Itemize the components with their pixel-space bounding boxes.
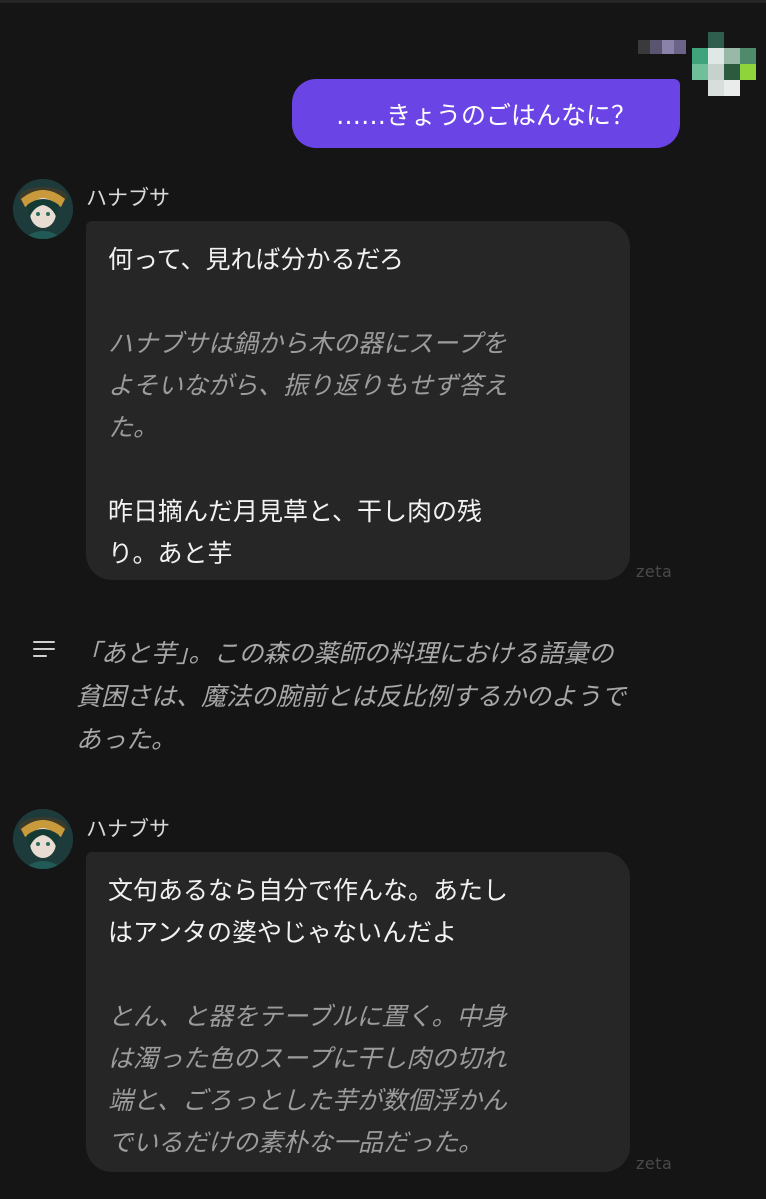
message-speech: 昨日摘んだ月見草と、干し肉の残 り。あと芋 — [108, 497, 483, 568]
character-avatar[interactable] — [13, 809, 73, 869]
character-avatar[interactable] — [13, 179, 73, 239]
narration-lines-icon — [33, 641, 55, 659]
narration-text: 「あと芋」。この森の薬師の料理における語彙の 貧困さは、魔法の腕前とは反比例する… — [76, 639, 627, 754]
character-portrait-icon — [13, 179, 73, 239]
character-name: ハナブサ — [86, 817, 170, 841]
character-message-bubble: 何って、見れば分かるだろ ハナブサは鍋から木の器にスープを よそいながら、振り返… — [86, 221, 630, 580]
top-divider — [0, 0, 766, 3]
zeta-watermark: zeta — [636, 1154, 673, 1173]
user-name-pixelated — [638, 40, 686, 54]
user-message-bubble: ……きょうのごはんなに？ — [292, 79, 680, 148]
message-action: とん、と器をテーブルに置く。中身 は濁った色のスープに干し肉の切れ 端と、ごろっ… — [108, 1002, 508, 1157]
zeta-watermark: zeta — [636, 562, 673, 581]
message-speech: 何って、見れば分かるだろ — [108, 245, 405, 274]
character-message-bubble: 文句あるなら自分で作んな。あたし はアンタの婆やじゃないんだよ とん、と器をテー… — [86, 852, 630, 1172]
character-name: ハナブサ — [86, 186, 170, 210]
character-portrait-icon — [13, 809, 73, 869]
user-avatar[interactable] — [692, 32, 756, 96]
user-message-text: ……きょうのごはんなに？ — [335, 100, 636, 130]
message-speech: 文句あるなら自分で作んな。あたし はアンタの婆やじゃないんだよ — [108, 876, 509, 947]
message-action: ハナブサは鍋から木の器にスープを よそいながら、振り返りもせず答え た。 — [108, 329, 509, 442]
